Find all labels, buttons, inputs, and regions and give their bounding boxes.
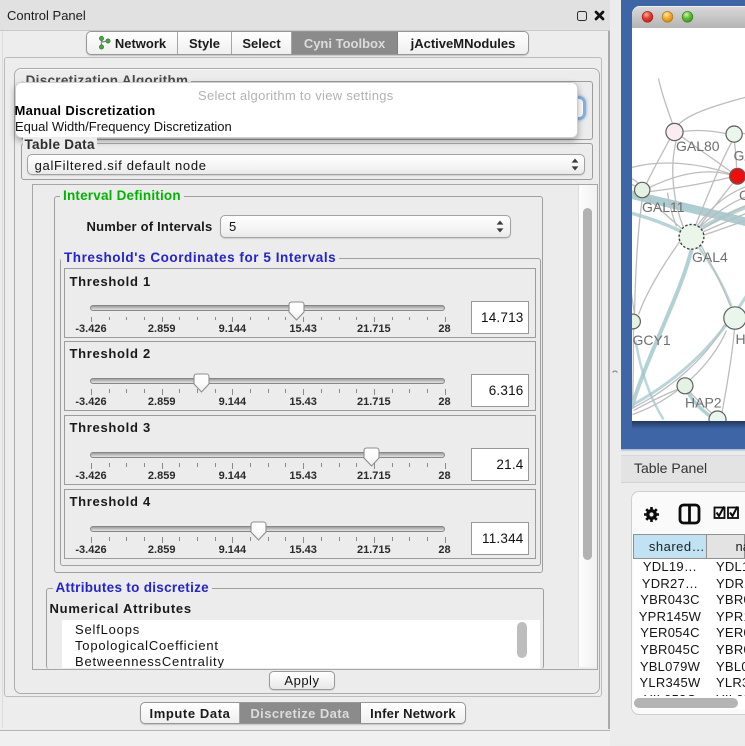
svg-text:GCY1: GCY1	[632, 332, 670, 348]
svg-text:CY: CY	[739, 187, 745, 203]
svg-text:GAL4: GAL4	[692, 249, 728, 265]
svg-text:GAL11: GAL11	[642, 199, 685, 215]
svg-text:HAP2: HAP2	[685, 394, 722, 410]
svg-text:HI: HI	[735, 331, 745, 347]
svg-text:GAL80: GAL80	[676, 138, 720, 154]
svg-text:GA: GA	[733, 147, 745, 163]
